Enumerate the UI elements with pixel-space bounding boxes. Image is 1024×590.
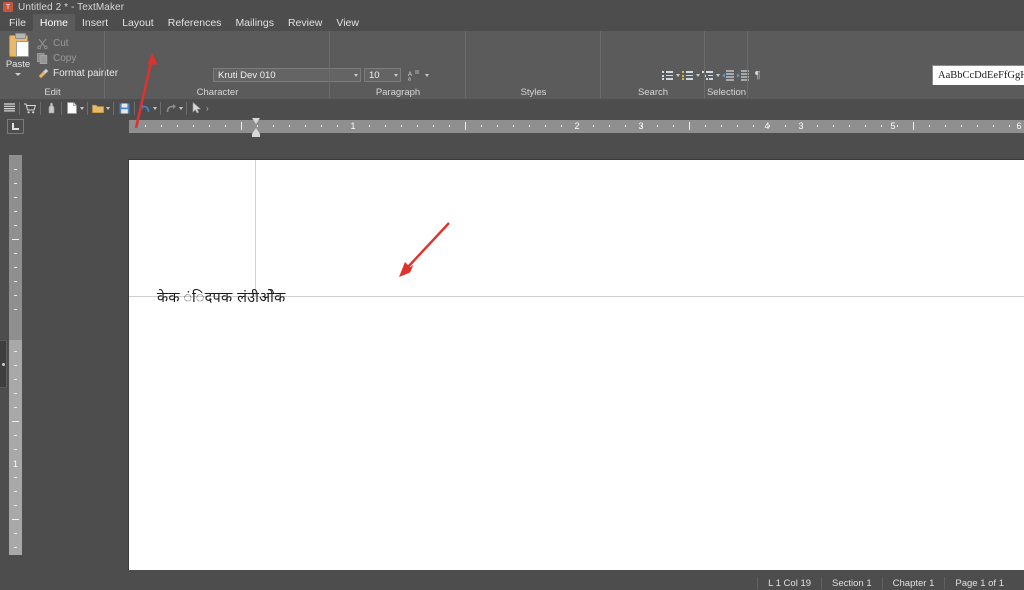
shopping-cart-button[interactable] — [23, 101, 37, 115]
ruler-number: 1 — [350, 121, 356, 131]
save-disk-icon — [118, 102, 130, 114]
horizontal-ruler[interactable]: 1 2 3 3 4 5 6 — [0, 117, 1024, 138]
document-page[interactable] — [129, 160, 1024, 570]
chevron-down-icon[interactable] — [179, 106, 183, 110]
menu-button[interactable] — [2, 101, 16, 115]
ribbon-group-labels: Edit Character Paragraph Styles Search S… — [0, 31, 1024, 99]
style-preview-text: AaBbCcDdEeFfGgHhIiJj — [938, 70, 1024, 81]
ribbon-group-styles: AaBbCcDdEeFfGgHhIiJj Normal — [466, 31, 1024, 109]
ruler-number: 5 — [890, 121, 896, 131]
tab-stop-left-icon — [12, 123, 19, 130]
group-label-spacer — [748, 85, 1024, 99]
tab-view[interactable]: View — [329, 14, 366, 31]
vertical-ruler-number: 1 — [12, 459, 18, 469]
vertical-ruler[interactable]: 1 — [9, 155, 22, 555]
new-document-icon — [67, 102, 77, 114]
textmaker-window: T Untitled 2 * - TextMaker File Home Ins… — [0, 0, 1024, 590]
chevron-down-icon[interactable] — [80, 106, 84, 110]
paintbrush-icon — [36, 67, 49, 80]
ruler-number: 3 — [638, 121, 644, 131]
ruler-number: 6 — [1016, 121, 1022, 131]
chevron-down-icon — [15, 72, 21, 76]
ruler-number: 2 — [574, 121, 580, 131]
divider — [61, 101, 62, 115]
title-bar: T Untitled 2 * - TextMaker — [0, 0, 1024, 14]
redo-button[interactable] — [164, 101, 178, 115]
group-label-selection: Selection — [706, 31, 748, 98]
tab-file[interactable]: File — [2, 14, 33, 31]
ribbon-tab-bar: File Home Insert Layout References Maili… — [0, 14, 1024, 31]
divider — [134, 101, 135, 115]
selection-cursor-button[interactable] — [190, 101, 204, 115]
ribbon: Paste Cut Copy Format painter Kruti Dev … — [0, 31, 1024, 109]
folder-icon — [92, 104, 104, 113]
app-document-icon: T — [3, 2, 13, 12]
cut-button[interactable]: Cut — [34, 36, 69, 50]
new-document-button[interactable] — [65, 101, 79, 115]
group-label-styles: Styles — [466, 31, 601, 99]
divider — [19, 101, 20, 115]
cart-icon — [24, 103, 36, 113]
ribbon-group-selection: Select all — [705, 31, 748, 85]
cut-label: Cut — [53, 37, 69, 49]
group-label-character: Character — [105, 31, 330, 99]
font-name-value: Kruti Dev 010 — [218, 69, 276, 81]
sidebar-collapse-handle[interactable] — [0, 340, 7, 388]
tab-insert[interactable]: Insert — [75, 14, 115, 31]
window-title: Untitled 2 * - TextMaker — [18, 1, 125, 13]
open-document-button[interactable] — [91, 101, 105, 115]
redo-arrow-icon — [166, 103, 176, 112]
paste-label: Paste — [5, 59, 31, 70]
touch-mode-button[interactable] — [44, 101, 58, 115]
group-label-search: Search — [601, 31, 705, 99]
group-label-paragraph: Paragraph — [330, 31, 466, 99]
clipboard-icon — [8, 33, 29, 57]
copy-label: Copy — [53, 52, 77, 64]
divider — [160, 101, 161, 115]
status-page[interactable]: Page 1 of 1 — [944, 577, 1014, 589]
status-section[interactable]: Section 1 — [821, 577, 882, 589]
ribbon-group-character: Kruti Dev 010 10 A a B I U — [105, 31, 429, 105]
undo-button[interactable] — [138, 101, 152, 115]
scissors-icon — [36, 37, 49, 50]
ruler-track-right: 3 4 5 6 — [638, 120, 1024, 133]
chevron-down-icon[interactable] — [153, 106, 157, 110]
tab-mailings[interactable]: Mailings — [228, 14, 281, 31]
ribbon-group-search: Search a b Replace — [601, 31, 705, 85]
ribbon-group-paragraph: ¶ — [330, 31, 794, 105]
show-formatting-marks-button[interactable]: ¶ — [750, 68, 765, 83]
copy-button[interactable]: Copy — [34, 51, 76, 65]
hand-icon — [48, 102, 54, 114]
tab-stop-selector-button[interactable] — [7, 119, 24, 134]
vertical-ruler-body — [9, 340, 22, 555]
tab-review[interactable]: Review — [281, 14, 329, 31]
tab-layout[interactable]: Layout — [115, 14, 161, 31]
paste-button[interactable]: Paste — [3, 33, 33, 83]
ruler-number: 4 — [764, 121, 770, 131]
tab-home[interactable]: Home — [32, 14, 75, 31]
hamburger-icon — [3, 103, 15, 112]
pilcrow-icon: ¶ — [755, 69, 760, 81]
save-button[interactable] — [117, 101, 131, 115]
document-body-text[interactable]: केक ंिदपक लंउीओेक — [157, 287, 285, 307]
more-commands-icon[interactable]: › — [206, 104, 209, 113]
cursor-arrow-icon — [192, 102, 202, 114]
copy-icon — [36, 52, 49, 65]
document-area[interactable]: केक ंिदपक लंउीओेक — [24, 137, 1024, 570]
divider — [87, 101, 88, 115]
status-bar: L 1 Col 19 Section 1 Chapter 1 Page 1 of… — [0, 576, 1024, 590]
chevron-down-icon[interactable] — [106, 106, 110, 110]
status-chapter[interactable]: Chapter 1 — [881, 577, 945, 589]
group-label-edit: Edit — [0, 31, 105, 99]
quick-access-toolbar: › — [0, 99, 1024, 117]
undo-arrow-icon — [140, 103, 150, 112]
divider — [113, 101, 114, 115]
tab-references[interactable]: References — [161, 14, 229, 31]
divider — [186, 101, 187, 115]
status-cursor-position[interactable]: L 1 Col 19 — [757, 577, 821, 589]
divider — [40, 101, 41, 115]
ribbon-group-edit: Paste Cut Copy Format painter — [0, 31, 118, 85]
left-margin-guide — [255, 160, 256, 296]
first-line-indent-marker[interactable] — [252, 118, 260, 124]
